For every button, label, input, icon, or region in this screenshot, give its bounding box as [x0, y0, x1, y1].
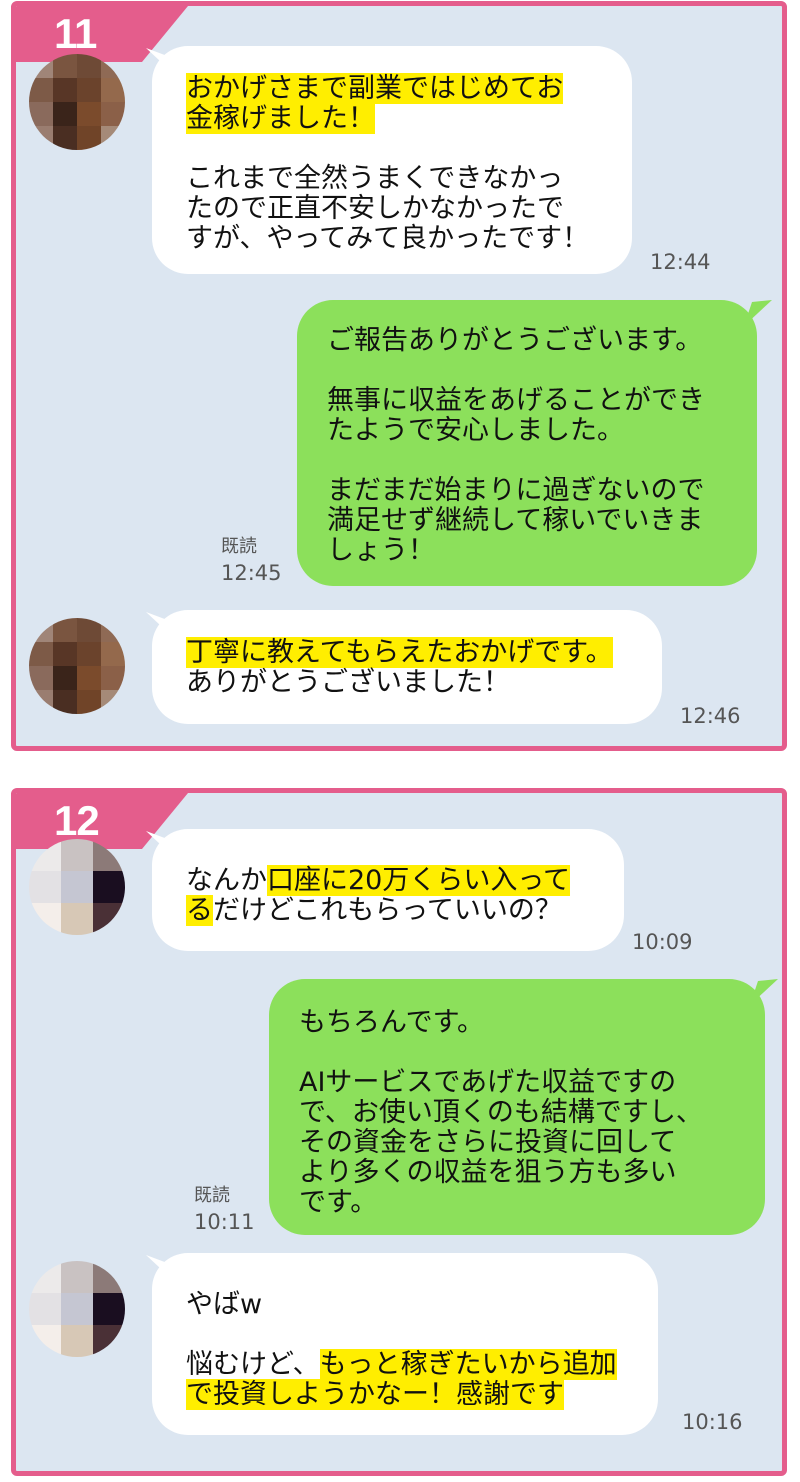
- received-message-bubble: 丁寧に教えてもらえたおかげです。 ありがとうございました！: [152, 610, 662, 724]
- chat-panel-12: 12 なんか口座に20万くらい入って るだけどこれもらっていいの？ 10:09 …: [11, 788, 787, 1476]
- message-line: まだまだ始まりに過ぎないので: [327, 475, 705, 506]
- message-line: しょう！: [327, 535, 435, 566]
- avatar-pixelated-icon: [29, 1261, 125, 1357]
- message-line: です。: [299, 1187, 378, 1218]
- read-receipt: 既読 10:11: [194, 1183, 255, 1235]
- received-message-bubble: やばw 悩むけど、もっと稼ぎたいから追加 で投資しようかなー！感謝です: [152, 1253, 658, 1435]
- message-time: 10:11: [194, 1210, 255, 1234]
- message-line: 満足せず継続して稼いでいきま: [327, 505, 704, 536]
- avatar-pixelated-icon: [29, 54, 125, 150]
- read-label: 既読: [194, 1185, 230, 1206]
- message-time: 12:45: [221, 561, 282, 585]
- message-line: もちろんです。: [299, 1007, 484, 1038]
- message-line: これまで全然うまくできなかっ: [186, 163, 564, 194]
- received-message-bubble: おかげさまで副業ではじめてお 金稼げました！ これまで全然うまくできなかっ たの…: [152, 46, 632, 274]
- message-line: [327, 356, 757, 386]
- message-text: なんか: [186, 865, 267, 896]
- message-line: おかげさまで副業ではじめてお: [186, 73, 564, 104]
- message-line: ご報告ありがとうございます。: [327, 325, 703, 356]
- message-time: 10:16: [682, 1410, 743, 1434]
- message-line: 丁寧に教えてもらえたおかげです。: [186, 637, 613, 668]
- message-line: やばw: [186, 1289, 263, 1320]
- panel-number: 11: [54, 10, 97, 57]
- avatar-pixelated-icon: [29, 618, 125, 714]
- message-text: 悩むけど、: [186, 1349, 320, 1380]
- message-line: 金稼げました！: [186, 103, 375, 134]
- message-text: だけどこれもらっていいの？: [213, 895, 562, 926]
- message-line: ありがとうございました！: [186, 667, 510, 698]
- read-label: 既読: [221, 536, 257, 557]
- chat-panel-11: 11 おかげさまで副業ではじめてお 金稼げました！ これまで全然うまくできなかっ…: [11, 1, 787, 751]
- message-line: たようで安心しました。: [327, 415, 624, 446]
- message-line: [299, 1038, 765, 1068]
- message-highlight: もっと稼ぎたいから追加: [319, 1349, 617, 1380]
- message-line: その資金をさらに投資に回して: [299, 1127, 677, 1158]
- message-highlight: る: [186, 895, 213, 926]
- bubble-tail: [750, 979, 778, 1005]
- message-time: 12:44: [650, 250, 711, 274]
- received-message-bubble: なんか口座に20万くらい入って るだけどこれもらっていいの？: [152, 829, 624, 951]
- avatar-pixelated-icon: [29, 839, 125, 935]
- message-line: [327, 446, 757, 476]
- sent-message-bubble: ご報告ありがとうございます。 無事に収益をあげることができ たようで安心しました…: [297, 300, 757, 586]
- message-highlight: で投資しようかなー！感謝です: [186, 1379, 564, 1410]
- message-line: [186, 134, 632, 164]
- message-line: AIサービスであげた収益ですの: [299, 1067, 677, 1098]
- message-line: すが、やってみて良かったです！: [186, 223, 590, 254]
- message-line: たので正直不安しかなかったで: [186, 193, 564, 224]
- message-time: 12:46: [680, 704, 741, 728]
- message-line: で、お使い頂くのも結構ですし、: [299, 1097, 703, 1128]
- message-time: 10:09: [632, 930, 693, 954]
- bubble-tail: [744, 300, 772, 326]
- message-line: より多くの収益を狙う方も多い: [299, 1157, 677, 1188]
- message-highlight: 口座に20万くらい入って: [267, 865, 571, 896]
- message-line: 無事に収益をあげることができ: [327, 385, 705, 416]
- read-receipt: 既読 12:45: [221, 534, 282, 586]
- sent-message-bubble: もちろんです。 AIサービスであげた収益ですの で、お使い頂くのも結構ですし、 …: [269, 979, 765, 1235]
